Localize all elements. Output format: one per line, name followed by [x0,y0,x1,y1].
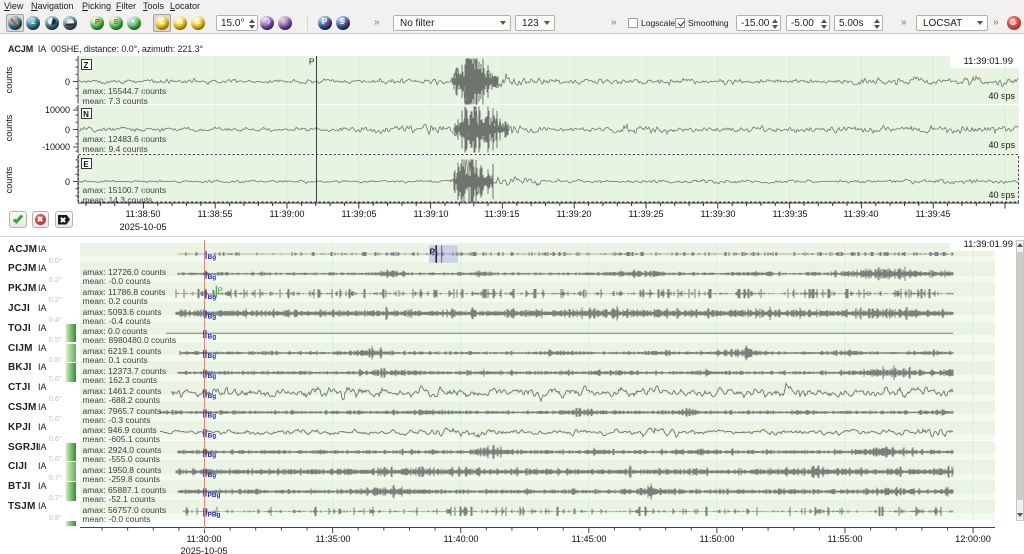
svg-text:Bg: Bg [208,274,217,281]
svg-text:P: P [309,57,315,67]
svg-text:PBg: PBg [208,512,221,519]
svg-text:Bg: Bg [208,314,217,321]
svg-text:Bg: Bg [208,472,217,479]
svg-text:Bg: Bg [208,254,217,261]
svg-text:P: P [430,247,436,257]
svg-text:PBg: PBg [208,492,221,499]
svg-text:Bg: Bg [208,452,217,459]
svg-text:Bg: Bg [208,373,217,380]
svg-text:Bg: Bg [208,393,217,400]
svg-text:Bg: Bg [208,333,217,340]
svg-text:Bg: Bg [208,294,217,301]
svg-text:Bg: Bg [208,353,217,360]
svg-text:Bg: Bg [208,413,217,420]
svg-text:P: P [218,286,223,295]
svg-text:Bg: Bg [208,432,217,439]
